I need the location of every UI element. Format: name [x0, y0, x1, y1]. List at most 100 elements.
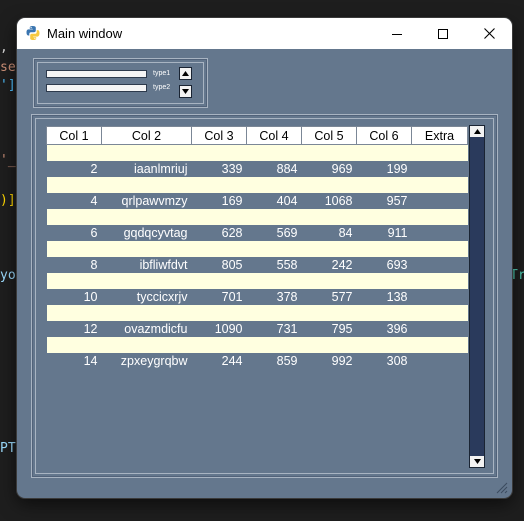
- table-cell[interactable]: [301, 273, 357, 289]
- table-cell[interactable]: qrlpawvmzy: [101, 193, 192, 209]
- table-cell[interactable]: [46, 209, 102, 225]
- table-row[interactable]: 12 ovazmdicfu 1090 731 795 396: [46, 321, 468, 337]
- table-cell[interactable]: [411, 193, 468, 209]
- table-cell[interactable]: 1090: [191, 321, 247, 337]
- table-cell[interactable]: [46, 273, 102, 289]
- table-cell[interactable]: [356, 273, 412, 289]
- table-cell[interactable]: [246, 305, 302, 321]
- table-cell[interactable]: [246, 241, 302, 257]
- table-row[interactable]: [46, 144, 468, 161]
- table-cell[interactable]: 701: [191, 289, 247, 305]
- table-row[interactable]: [46, 337, 468, 353]
- table-cell[interactable]: 308: [356, 353, 412, 369]
- table-row[interactable]: [46, 209, 468, 225]
- table-cell[interactable]: [411, 321, 468, 337]
- table-cell[interactable]: [101, 177, 192, 193]
- table-cell[interactable]: [191, 273, 247, 289]
- table-cell[interactable]: [411, 177, 468, 193]
- table-cell[interactable]: [411, 241, 468, 257]
- table-cell[interactable]: ovazmdicfu: [101, 321, 192, 337]
- scroll-up-button[interactable]: [470, 126, 484, 137]
- table-cell[interactable]: [411, 273, 468, 289]
- table-cell[interactable]: [101, 241, 192, 257]
- table-cell[interactable]: [246, 337, 302, 353]
- table-cell[interactable]: 244: [191, 353, 247, 369]
- table-cell[interactable]: [191, 144, 247, 161]
- maximize-button[interactable]: [420, 18, 466, 49]
- table-cell[interactable]: [356, 305, 412, 321]
- table-cell[interactable]: 577: [301, 289, 357, 305]
- table-row[interactable]: [46, 305, 468, 321]
- resize-grip-icon[interactable]: [494, 480, 508, 494]
- spin-down-button[interactable]: [179, 85, 192, 98]
- table-cell[interactable]: [246, 209, 302, 225]
- table-cell[interactable]: [101, 209, 192, 225]
- type1-slider[interactable]: [46, 70, 147, 78]
- table-cell[interactable]: 957: [356, 193, 412, 209]
- table-cell[interactable]: 693: [356, 257, 412, 273]
- column-header[interactable]: Col 4: [246, 126, 302, 145]
- table-cell[interactable]: 558: [246, 257, 302, 273]
- table-cell[interactable]: [411, 161, 468, 177]
- column-header[interactable]: Col 3: [191, 126, 247, 145]
- table-cell[interactable]: [191, 241, 247, 257]
- table-cell[interactable]: [411, 305, 468, 321]
- scroll-down-button[interactable]: [470, 456, 484, 467]
- table-cell[interactable]: ibfliwfdvt: [101, 257, 192, 273]
- table-row[interactable]: [46, 273, 468, 289]
- data-table[interactable]: Col 1 Col 2 Col 3 Col 4 Col 5 Col 6 Extr…: [46, 126, 483, 465]
- table-cell[interactable]: 396: [356, 321, 412, 337]
- table-row[interactable]: 14 zpxeygrqbw 244 859 992 308: [46, 353, 468, 369]
- table-row[interactable]: 2 iaanlmriuj 339 884 969 199: [46, 161, 468, 177]
- table-cell[interactable]: 805: [191, 257, 247, 273]
- table-cell[interactable]: 911: [356, 225, 412, 241]
- table-cell[interactable]: [46, 144, 102, 161]
- type2-slider[interactable]: [46, 84, 147, 92]
- column-header[interactable]: Col 2: [101, 126, 192, 145]
- table-cell[interactable]: 1068: [301, 193, 357, 209]
- table-cell[interactable]: [191, 305, 247, 321]
- table-cell[interactable]: 969: [301, 161, 357, 177]
- table-cell[interactable]: 378: [246, 289, 302, 305]
- table-cell[interactable]: [101, 273, 192, 289]
- table-cell[interactable]: [101, 305, 192, 321]
- close-button[interactable]: [466, 18, 512, 49]
- table-cell[interactable]: [356, 144, 412, 161]
- column-header[interactable]: Extra: [411, 126, 468, 145]
- table-cell[interactable]: [46, 177, 102, 193]
- table-cell[interactable]: 84: [301, 225, 357, 241]
- table-cell[interactable]: [411, 209, 468, 225]
- table-cell[interactable]: [191, 209, 247, 225]
- table-cell[interactable]: [46, 241, 102, 257]
- table-row[interactable]: 6 gqdqcyvtag 628 569 84 911: [46, 225, 468, 241]
- table-cell[interactable]: 10: [46, 289, 102, 305]
- table-cell[interactable]: [46, 337, 102, 353]
- table-cell[interactable]: 795: [301, 321, 357, 337]
- table-cell[interactable]: [301, 144, 357, 161]
- title-bar[interactable]: Main window: [17, 18, 512, 49]
- minimize-button[interactable]: [374, 18, 420, 49]
- table-cell[interactable]: 569: [246, 225, 302, 241]
- table-cell[interactable]: 169: [191, 193, 247, 209]
- column-header[interactable]: Col 5: [301, 126, 357, 145]
- table-cell[interactable]: 859: [246, 353, 302, 369]
- table-cell[interactable]: [246, 144, 302, 161]
- table-row[interactable]: 8 ibfliwfdvt 805 558 242 693: [46, 257, 468, 273]
- table-cell[interactable]: [411, 353, 468, 369]
- table-cell[interactable]: [411, 144, 468, 161]
- table-cell[interactable]: [411, 257, 468, 273]
- table-cell[interactable]: 404: [246, 193, 302, 209]
- table-row[interactable]: [46, 241, 468, 257]
- column-header[interactable]: Col 6: [356, 126, 412, 145]
- table-cell[interactable]: 14: [46, 353, 102, 369]
- table-cell[interactable]: 6: [46, 225, 102, 241]
- table-cell[interactable]: 199: [356, 161, 412, 177]
- table-cell[interactable]: [301, 305, 357, 321]
- table-cell[interactable]: [101, 337, 192, 353]
- table-cell[interactable]: [356, 209, 412, 225]
- table-cell[interactable]: [411, 225, 468, 241]
- table-cell[interactable]: zpxeygrqbw: [101, 353, 192, 369]
- table-cell[interactable]: [356, 241, 412, 257]
- table-cell[interactable]: [411, 337, 468, 353]
- table-cell[interactable]: [191, 337, 247, 353]
